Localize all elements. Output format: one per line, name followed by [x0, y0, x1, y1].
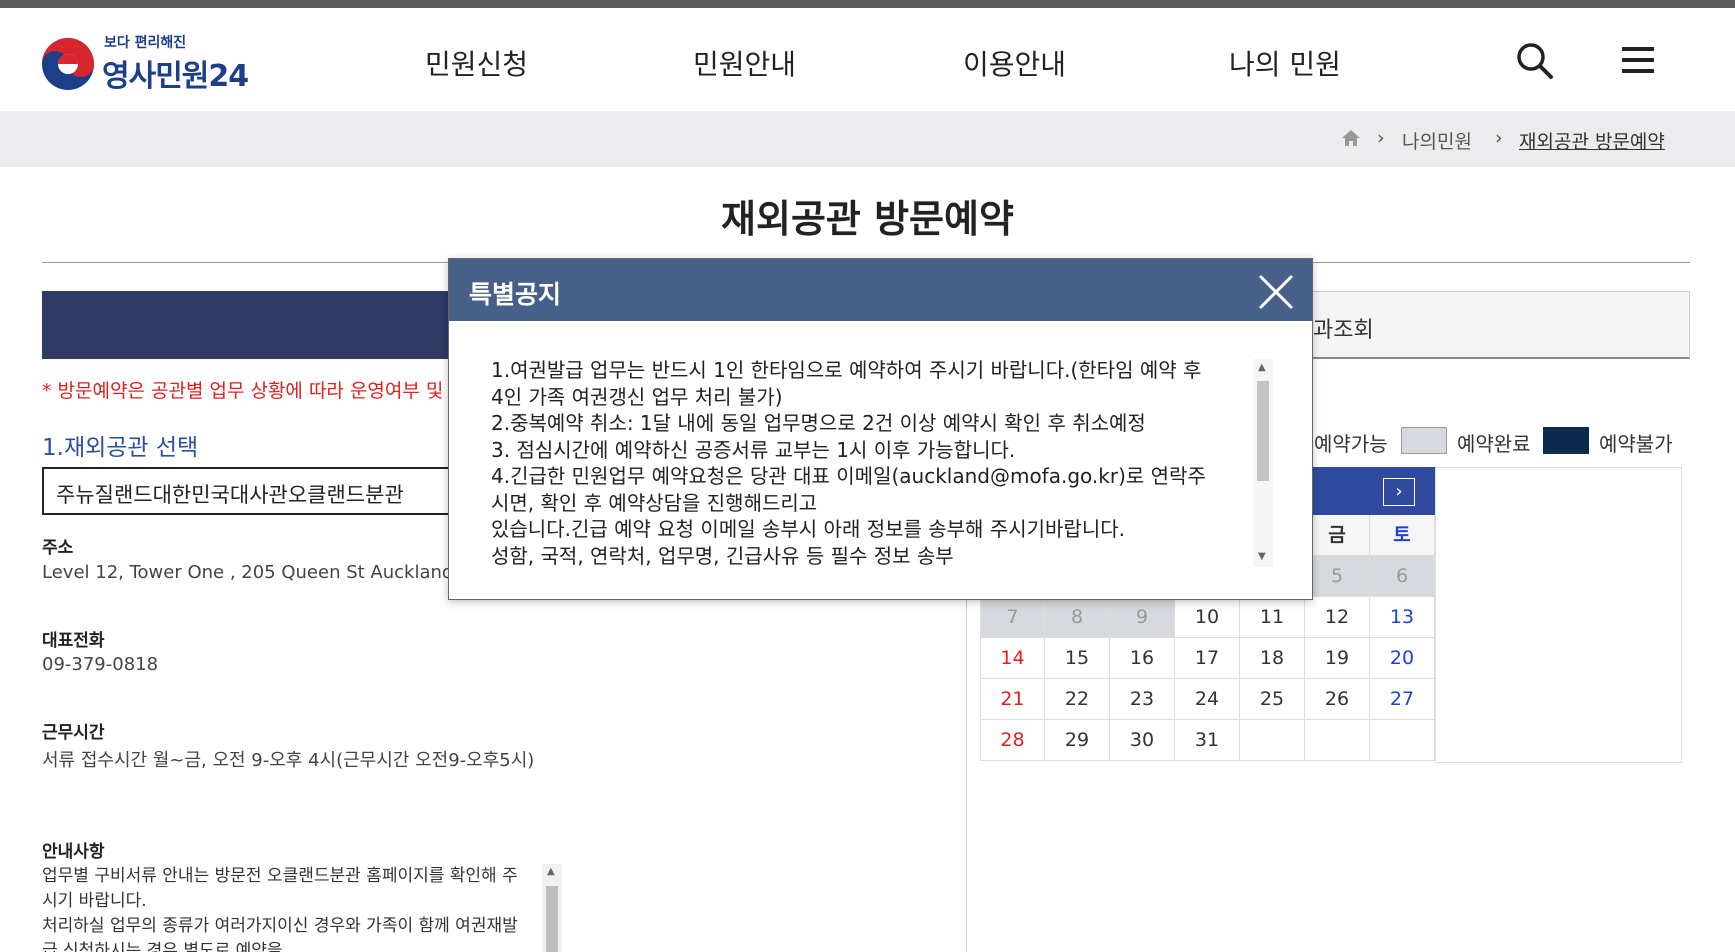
legend-done-swatch [1401, 427, 1447, 454]
calendar-day[interactable]: 5 [1305, 556, 1370, 597]
guide-line: 처리하실 업무의 종류가 여러가지이신 경우와 가족이 함께 여권재발 [42, 916, 518, 936]
guide-line: 업무별 구비서류 안내는 방문전 오클랜드분관 홈페이지를 확인해 주 [42, 866, 518, 886]
legend-available: 예약가능 [1314, 432, 1388, 456]
breadcrumb-sep-icon: › [1377, 127, 1385, 149]
notice-line: 1.여권발급 업무는 반드시 1인 한타임으로 예약하여 주시기 바랍니다.(한… [491, 358, 1202, 382]
special-notice-modal: 특별공지 1.여권발급 업무는 반드시 1인 한타임으로 예약하여 주시기 바랍… [448, 258, 1313, 600]
menu-icon[interactable] [1616, 38, 1660, 82]
top-border [0, 0, 1735, 8]
calendar-day[interactable]: 25 [1240, 679, 1305, 720]
nav-my[interactable]: 나의 민원 [1229, 43, 1341, 83]
address-label: 주소 [42, 538, 74, 558]
calendar-day[interactable]: 16 [1110, 638, 1175, 679]
breadcrumb: › 나의민원 › 재외공관 방문예약 [0, 111, 1735, 167]
legend-done: 예약완료 [1457, 432, 1531, 456]
calendar-day[interactable]: 7 [980, 597, 1045, 638]
calendar-day[interactable]: 20 [1370, 638, 1435, 679]
taegeuk-emblem-icon [42, 38, 94, 90]
calendar-day[interactable]: 30 [1110, 720, 1175, 761]
guide-text: 업무별 구비서류 안내는 방문전 오클랜드분관 홈페이지를 확인해 주 시기 바… [42, 864, 562, 952]
calendar-day[interactable]: 26 [1305, 679, 1370, 720]
calendar-day[interactable]: 6 [1370, 556, 1435, 597]
calendar-day[interactable]: 10 [1175, 597, 1240, 638]
calendar-day[interactable]: 13 [1370, 597, 1435, 638]
office-select[interactable]: 주뉴질랜드대한민국대사관오클랜드분관 [42, 467, 512, 515]
guide-scrollbar[interactable]: ▲ [542, 864, 562, 952]
guide-label: 안내사항 [42, 842, 105, 862]
legend-unavailable: 예약불가 [1599, 432, 1673, 456]
phone-label: 대표전화 [42, 631, 105, 651]
calendar-day[interactable]: 22 [1045, 679, 1110, 720]
calendar-day[interactable]: 27 [1370, 679, 1435, 720]
logo-tagline: 보다 편리해진 [104, 35, 187, 51]
notice-line: 3. 점심시간에 예약하신 공증서류 교부는 1시 이후 가능합니다. [491, 437, 1016, 462]
reservation-notice: * 방문예약은 공관별 업무 상황에 따라 운영여부 및 [42, 380, 444, 402]
time-slot-panel [1435, 467, 1682, 763]
calendar-day[interactable]: 21 [980, 679, 1045, 720]
dow-fri: 금 [1305, 515, 1370, 556]
calendar-day[interactable]: 29 [1045, 720, 1110, 761]
phone-value: 09-379-0818 [42, 654, 159, 675]
notice-line: 4.긴급한 민원업무 예약요청은 당관 대표 이메일(auckland@mofa… [491, 464, 1206, 488]
calendar-empty-cell [1305, 720, 1370, 761]
hours-label: 근무시간 [42, 723, 105, 743]
notice-line: 시면, 확인 후 예약상담을 진행해드리고 [491, 490, 818, 515]
dow-sat: 토 [1370, 515, 1435, 556]
column-divider [966, 600, 967, 952]
nav-apply[interactable]: 민원신청 [425, 43, 528, 83]
scroll-up-icon[interactable]: ▲ [1258, 362, 1266, 373]
calendar-empty-cell [1370, 720, 1435, 761]
modal-scroll-thumb[interactable] [1257, 381, 1269, 481]
notice-line: 4인 가족 여권갱신 업무 처리 불가) [491, 384, 783, 409]
notice-line: 2.중복예약 취소: 1달 내에 동일 업무명으로 2건 이상 예약시 확인 후… [491, 411, 1146, 435]
site-header: 보다 편리해진 영사민원24 민원신청 민원안내 이용안내 나의 민원 [0, 8, 1735, 111]
calendar-day[interactable]: 14 [980, 638, 1045, 679]
nav-usage[interactable]: 이용안내 [963, 43, 1066, 83]
logo-text: 영사민원24 [102, 59, 249, 94]
modal-scrollbar[interactable]: ▲ ▼ [1253, 359, 1273, 567]
calendar-day[interactable]: 18 [1240, 638, 1305, 679]
calendar-day[interactable]: 12 [1305, 597, 1370, 638]
modal-body: 1.여권발급 업무는 반드시 1인 한타임으로 예약하여 주시기 바랍니다.(한… [491, 357, 1251, 569]
scroll-down-icon[interactable]: ▼ [1258, 551, 1266, 562]
section-office-select: 1.재외공관 선택 [42, 435, 199, 461]
calendar-day[interactable]: 28 [980, 720, 1045, 761]
breadcrumb-sep-icon: › [1495, 127, 1503, 149]
legend-unavailable-swatch [1543, 427, 1589, 454]
hours-value: 서류 접수시간 월~금, 오전 9-오후 4시(근무시간 오전9-오후5시) [42, 750, 535, 771]
calendar-day[interactable]: 17 [1175, 638, 1240, 679]
notice-line: 성함, 국적, 연락처, 업무명, 긴급사유 등 필수 정보 송부 [491, 543, 954, 568]
guide-scroll-thumb[interactable] [546, 886, 558, 952]
modal-title: 특별공지 [469, 280, 562, 309]
calendar-day[interactable]: 15 [1045, 638, 1110, 679]
next-month-button[interactable]: › [1383, 478, 1415, 506]
calendar-day[interactable]: 8 [1045, 597, 1110, 638]
calendar-day[interactable]: 9 [1110, 597, 1175, 638]
search-icon[interactable] [1512, 38, 1556, 82]
breadcrumb-parent[interactable]: 나의민원 [1402, 127, 1472, 154]
site-logo[interactable]: 보다 편리해진 영사민원24 [40, 26, 270, 96]
calendar-day[interactable]: 23 [1110, 679, 1175, 720]
calendar-day[interactable]: 19 [1305, 638, 1370, 679]
calendar-day[interactable]: 24 [1175, 679, 1240, 720]
breadcrumb-current[interactable]: 재외공관 방문예약 [1519, 127, 1665, 154]
notice-line: 있습니다.긴급 예약 요청 이메일 송부시 아래 정보를 송부해 주시기바랍니다… [491, 517, 1125, 541]
modal-header: 특별공지 [449, 259, 1312, 321]
nav-guide[interactable]: 민원안내 [693, 43, 796, 83]
address-value: Level 12, Tower One , 205 Queen St Auckl… [42, 562, 499, 583]
close-icon[interactable] [1257, 273, 1295, 311]
calendar-empty-cell [1240, 720, 1305, 761]
guide-line: 급 신청하시는 경우 별도로 예약을 [42, 941, 283, 952]
calendar-day[interactable]: 11 [1240, 597, 1305, 638]
scroll-up-icon[interactable]: ▲ [547, 866, 555, 877]
guide-line: 시기 바랍니다. [42, 891, 147, 911]
page-title: 재외공관 방문예약 [721, 197, 1014, 241]
calendar-day[interactable]: 31 [1175, 720, 1240, 761]
home-icon[interactable] [1341, 129, 1361, 147]
